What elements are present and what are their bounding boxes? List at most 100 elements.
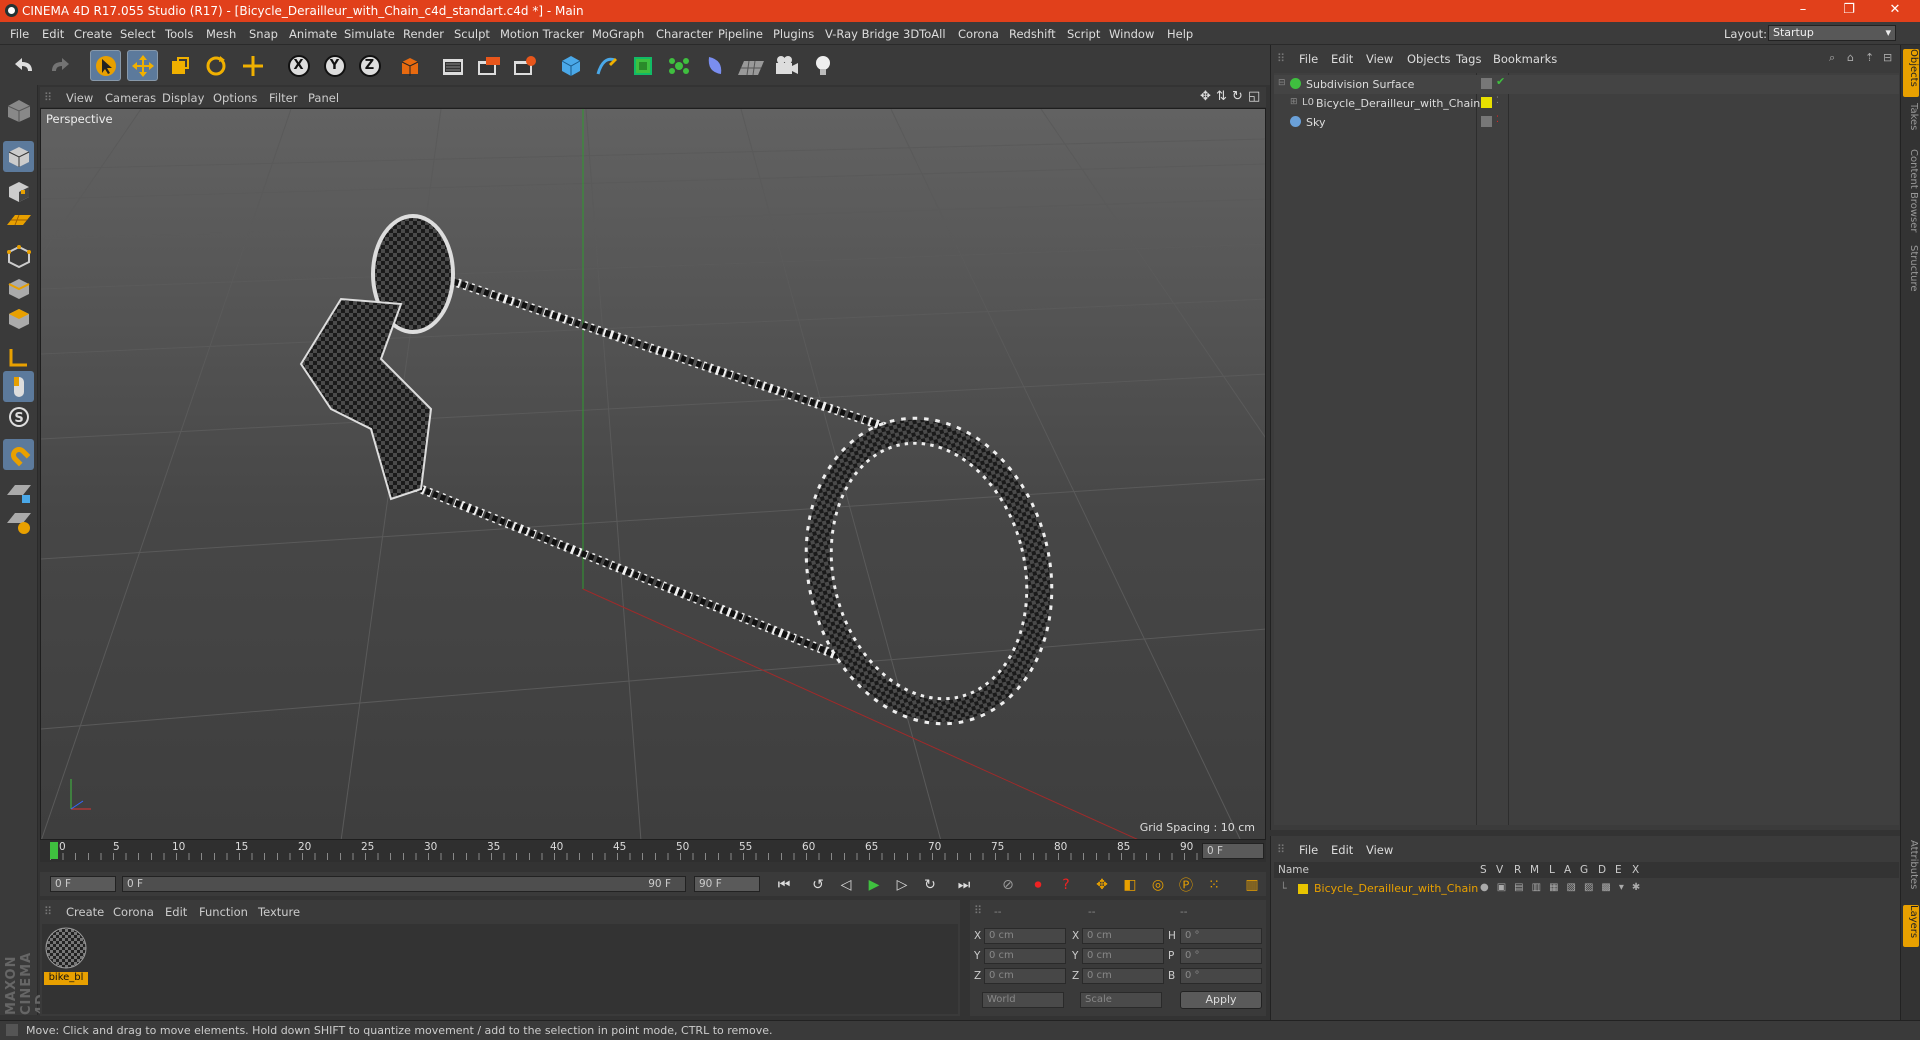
key-position-icon[interactable]: ✥ — [1090, 874, 1114, 896]
menu-3dtoall[interactable]: 3DToAll — [903, 27, 946, 41]
menu-animate[interactable]: Animate — [289, 27, 337, 41]
playhead-marker[interactable] — [50, 842, 58, 859]
menu-window[interactable]: Window — [1109, 27, 1154, 41]
rot-p-field[interactable]: 0 ° — [1180, 948, 1262, 964]
workplane-icon[interactable] — [3, 205, 34, 236]
select-arrow-icon[interactable] — [90, 50, 121, 81]
light-icon[interactable] — [807, 50, 838, 81]
menu-edit[interactable]: Edit — [42, 27, 64, 41]
pos-y-field[interactable]: 0 cm — [984, 948, 1066, 964]
objects-menu-objects[interactable]: Objects — [1407, 52, 1450, 66]
z-axis-icon[interactable]: Z — [354, 50, 385, 81]
previous-key-icon[interactable]: ↺ — [806, 874, 830, 896]
tab-content-browser[interactable]: Content Browser — [1903, 149, 1919, 239]
menu-select[interactable]: Select — [120, 27, 155, 41]
layer-toggle-icons[interactable]: ●▣▤▥▦▧▨▩▾✱ — [1480, 882, 1648, 893]
undo-icon[interactable] — [8, 50, 39, 81]
layout-dropdown[interactable]: Startup ▾ — [1768, 25, 1896, 41]
home-icon[interactable]: ⌂ — [1847, 51, 1854, 64]
navigate-up-icon[interactable]: ⇡ — [1865, 51, 1874, 64]
new-manager-icon[interactable]: ⊟ — [1883, 51, 1892, 64]
solo-icon[interactable]: S — [3, 401, 34, 432]
go-to-start-icon[interactable]: ⏮ — [772, 874, 796, 896]
model-mode-icon[interactable] — [3, 141, 34, 172]
menu-script[interactable]: Script — [1067, 27, 1100, 41]
menu-create[interactable]: Create — [74, 27, 112, 41]
viewport-zoom-icon[interactable]: ⇅ — [1216, 89, 1227, 104]
menu-motion-tracker[interactable]: Motion Tracker — [500, 27, 584, 41]
layers-menu-file[interactable]: File — [1299, 843, 1318, 857]
next-frame-icon[interactable]: ▷ — [890, 874, 914, 896]
menu-redshift[interactable]: Redshift — [1009, 27, 1056, 41]
search-icon[interactable]: ⌕ — [1829, 51, 1835, 65]
viewport-move-icon[interactable]: ✥ — [1200, 89, 1211, 104]
size-y-field[interactable]: 0 cm — [1082, 948, 1164, 964]
layer-tag-icon[interactable] — [1481, 116, 1492, 127]
autokey-icon[interactable]: ? — [1054, 874, 1078, 896]
magnet-icon[interactable] — [3, 439, 34, 470]
apply-button[interactable]: Apply — [1180, 991, 1262, 1009]
menu-pipeline[interactable]: Pipeline — [718, 27, 763, 41]
menu-sculpt[interactable]: Sculpt — [454, 27, 490, 41]
viewport-menu-cameras[interactable]: Cameras — [105, 91, 156, 105]
pen-spline-icon[interactable] — [591, 50, 622, 81]
viewport-menu-options[interactable]: Options — [213, 91, 257, 105]
texture-mode-icon[interactable] — [3, 176, 34, 207]
layers-menu-edit[interactable]: Edit — [1331, 843, 1353, 857]
menu-simulate[interactable]: Simulate — [344, 27, 395, 41]
menu-mesh[interactable]: Mesh — [206, 27, 236, 41]
menu-help[interactable]: Help — [1167, 27, 1193, 41]
object-row[interactable]: ⊞ L0 Bicycle_Derailleur_with_Chain ⁚ — [1274, 94, 1899, 113]
subdivision-icon[interactable] — [627, 50, 658, 81]
rot-h-field[interactable]: 0 ° — [1180, 928, 1262, 944]
uv-axis-icon[interactable] — [3, 341, 34, 372]
x-axis-icon[interactable]: X — [283, 50, 314, 81]
cube-icon[interactable] — [555, 50, 586, 81]
objects-menu-view[interactable]: View — [1366, 52, 1393, 66]
material-menu-edit[interactable]: Edit — [165, 905, 187, 919]
snap-enable-icon[interactable] — [3, 477, 34, 508]
mograph-cloner-icon[interactable] — [663, 50, 694, 81]
viewport-menu-panel[interactable]: Panel — [308, 91, 339, 105]
menu-vray-bridge[interactable]: V-Ray Bridge — [825, 27, 899, 41]
coordinate-system-icon[interactable] — [394, 50, 425, 81]
redo-icon[interactable] — [44, 50, 75, 81]
size-z-field[interactable]: 0 cm — [1082, 968, 1164, 984]
viewport-menu-view[interactable]: View — [66, 91, 93, 105]
layer-color-swatch[interactable] — [1481, 97, 1492, 108]
polygons-mode-icon[interactable] — [3, 303, 34, 334]
material-menu-create[interactable]: Create — [66, 905, 104, 919]
frame-range-slider[interactable]: 0 F 90 F — [122, 876, 686, 892]
timeline-ruler[interactable]: 0 5 10 15 20 25 30 35 40 45 50 55 60 65 … — [40, 840, 1266, 862]
coordinate-space-dropdown[interactable]: World — [982, 992, 1064, 1008]
edit-render-settings-icon[interactable] — [509, 50, 540, 81]
rotate-icon[interactable] — [200, 50, 231, 81]
restore-button[interactable]: ❐ — [1840, 2, 1858, 20]
make-editable-icon[interactable] — [3, 95, 34, 126]
scale-icon[interactable] — [164, 50, 195, 81]
minimize-button[interactable]: – — [1794, 2, 1812, 20]
key-parameter-icon[interactable]: Ⓟ — [1174, 874, 1198, 896]
camera-icon[interactable] — [771, 50, 802, 81]
object-row[interactable]: ⊟ Subdivision Surface ✔ — [1274, 75, 1899, 94]
size-x-field[interactable]: 0 cm — [1082, 928, 1164, 944]
current-frame-field[interactable]: 0 F — [1202, 843, 1264, 859]
collapse-icon[interactable]: ⊟ — [1278, 78, 1286, 88]
visibility-dots-icon[interactable]: ⁚ — [1496, 96, 1499, 106]
y-axis-icon[interactable]: Y — [319, 50, 350, 81]
material-menu-function[interactable]: Function — [199, 905, 248, 919]
edges-mode-icon[interactable] — [3, 273, 34, 304]
tab-objects[interactable]: Objects — [1903, 49, 1919, 97]
tab-takes[interactable]: Takes — [1903, 103, 1919, 143]
menu-character[interactable]: Character — [656, 27, 713, 41]
key-pla-icon[interactable]: ⁙ — [1202, 874, 1226, 896]
expand-icon[interactable]: ⊞ — [1290, 97, 1298, 107]
menu-file[interactable]: File — [10, 27, 29, 41]
layer-color-swatch[interactable] — [1298, 884, 1308, 894]
material-menu-texture[interactable]: Texture — [258, 905, 300, 919]
layers-menu-view[interactable]: View — [1366, 843, 1393, 857]
layer-row[interactable]: └ Bicycle_Derailleur_with_Chain ●▣▤▥▦▧▨▩… — [1274, 880, 1899, 898]
floor-icon[interactable] — [735, 50, 766, 81]
visibility-dots-icon[interactable]: ⁚ — [1496, 115, 1499, 125]
tab-layers[interactable]: Layers — [1903, 905, 1919, 947]
